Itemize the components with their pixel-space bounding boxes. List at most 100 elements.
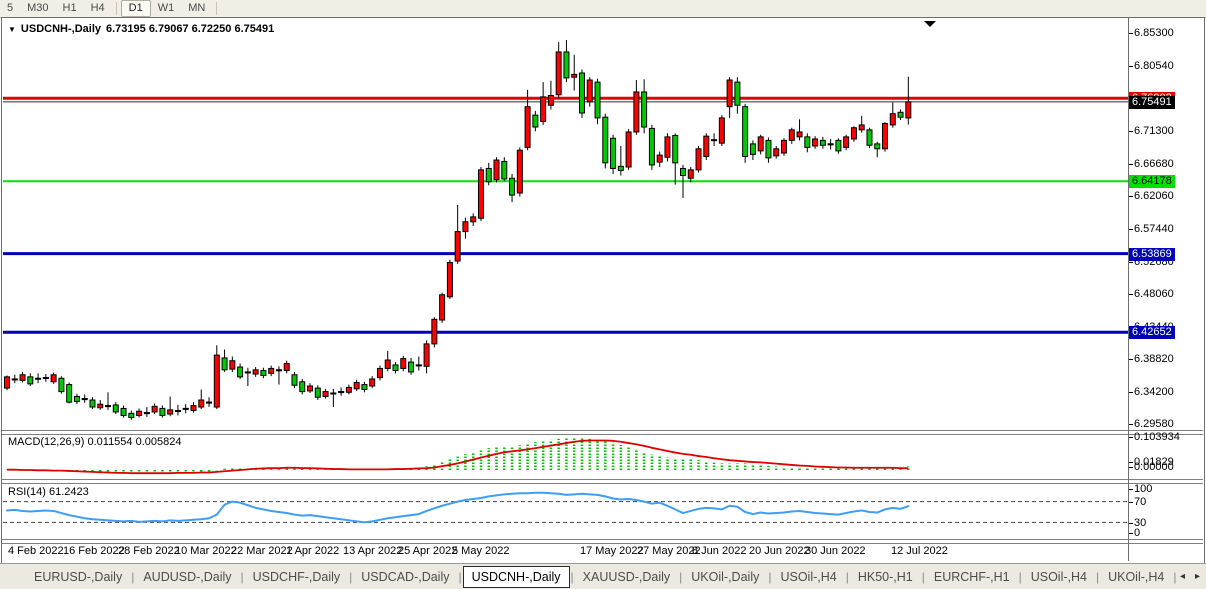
tab-scroll-arrows: ◂▸ <box>1180 571 1200 582</box>
candle <box>898 109 903 120</box>
tab-eurusd-daily[interactable]: EURUSD-,Daily <box>26 567 130 587</box>
tab-ukoil-h4[interactable]: UKOil-,H4 <box>1100 567 1172 587</box>
candle <box>121 406 126 418</box>
candle <box>626 129 631 170</box>
candle <box>82 394 88 402</box>
candle <box>338 387 344 395</box>
candle <box>43 374 49 382</box>
date-axis[interactable]: 4 Feb 202216 Feb 202228 Feb 202210 Mar 2… <box>3 542 1128 560</box>
tab-eurchf-h1[interactable]: EURCHF-,H1 <box>926 567 1018 587</box>
tab-separator: | <box>679 570 682 584</box>
candle <box>377 366 382 381</box>
tab-hk50-h1[interactable]: HK50-,H1 <box>850 567 921 587</box>
candle <box>906 77 911 125</box>
candle <box>719 115 724 146</box>
date-axis-tick: 1 Apr 2022 <box>286 545 339 557</box>
candle <box>813 136 818 149</box>
tab-scroll-right-icon[interactable]: ▸ <box>1195 571 1200 582</box>
date-axis-tick: 12 Jul 2022 <box>891 545 948 557</box>
candle <box>665 133 670 161</box>
candle <box>890 102 895 127</box>
tab-usoil-h4[interactable]: USOil-,H4 <box>1023 567 1095 587</box>
candle <box>191 402 196 413</box>
price-axis-tick: 6.57440 <box>1134 223 1174 236</box>
candle <box>836 138 841 153</box>
candle <box>743 104 748 163</box>
price-axis-tick: 6.80540 <box>1134 60 1174 73</box>
candle <box>634 80 639 135</box>
candle <box>129 411 134 420</box>
candle <box>137 408 142 417</box>
tab-separator: | <box>458 570 461 584</box>
tab-separator: | <box>131 570 134 584</box>
tab-separator: | <box>1173 570 1176 584</box>
tab-usdcad-daily[interactable]: USDCAD-,Daily <box>353 567 457 587</box>
candle <box>712 133 717 146</box>
tab-audusd-daily[interactable]: AUDUSD-,Daily <box>135 567 239 587</box>
candle <box>113 402 118 414</box>
toolbar-separator <box>116 2 117 15</box>
tab-usoil-h4[interactable]: USOil-,H4 <box>772 567 844 587</box>
candle <box>330 389 336 407</box>
tab-separator: | <box>571 570 574 584</box>
candle <box>144 407 150 417</box>
tab-scroll-left-icon[interactable]: ◂ <box>1180 571 1185 582</box>
tab-ukoil-daily[interactable]: UKOil-,Daily <box>683 567 767 587</box>
candle <box>28 373 33 386</box>
date-axis-tick: 28 Feb 2022 <box>118 545 180 557</box>
indicator-axis-tick: 0.103934 <box>1134 431 1180 444</box>
candle <box>253 367 258 377</box>
price-axis-tick: 6.48060 <box>1134 288 1174 301</box>
date-axis-tick: 16 Feb 2022 <box>63 545 125 557</box>
timeframe-button-5[interactable]: 5 <box>0 1 20 16</box>
rsi-indicator-chart[interactable] <box>3 482 1128 539</box>
candle <box>463 218 468 239</box>
timeframe-button-h1[interactable]: H1 <box>56 1 84 16</box>
price-axis-tick: 6.29580 <box>1134 418 1174 431</box>
candle <box>649 125 654 170</box>
candle <box>572 55 577 91</box>
candle <box>160 406 165 418</box>
tab-usdchf-daily[interactable]: USDCHF-,Daily <box>245 567 349 587</box>
date-axis-tick: 8 Jun 2022 <box>692 545 746 557</box>
indicator-axis-tick: 0 <box>1134 527 1140 540</box>
timeframe-button-mn[interactable]: MN <box>181 1 212 16</box>
candle <box>533 111 538 131</box>
candle <box>346 385 351 395</box>
indicator-axis-tick: 100 <box>1134 483 1152 496</box>
candle <box>828 139 834 150</box>
candle <box>774 146 779 159</box>
timeframe-button-w1[interactable]: W1 <box>151 1 182 16</box>
candle <box>238 364 243 379</box>
date-axis-tick: 22 Mar 2022 <box>231 545 293 557</box>
candle <box>541 82 546 125</box>
candle <box>175 405 181 416</box>
timeframe-button-h4[interactable]: H4 <box>84 1 112 16</box>
candle <box>5 375 10 390</box>
candle <box>385 351 390 371</box>
tab-usdcnh-daily[interactable]: USDCNH-,Daily <box>463 566 570 588</box>
candle <box>673 133 678 184</box>
candlestick-chart[interactable] <box>3 20 1128 431</box>
candle <box>502 157 507 181</box>
price-axis[interactable]: 6.853006.805406.713006.666806.620606.574… <box>1129 18 1205 561</box>
candle <box>284 361 289 374</box>
price-axis-tick: 6.38820 <box>1134 353 1174 366</box>
tab-separator: | <box>1019 570 1022 584</box>
candle <box>579 69 584 117</box>
candle <box>548 81 553 110</box>
candle <box>105 392 111 410</box>
candle <box>618 146 623 175</box>
macd-label: MACD(12,26,9) 0.011554 0.005824 <box>8 436 181 448</box>
price-level-label: 6.75491 <box>1129 96 1175 109</box>
candle <box>222 349 227 371</box>
date-axis-tick: 5 May 2022 <box>452 545 509 557</box>
candle <box>587 77 592 106</box>
candle <box>401 356 406 371</box>
candle <box>471 213 476 226</box>
candle <box>657 152 662 167</box>
tab-xauusd-daily[interactable]: XAUUSD-,Daily <box>575 567 679 587</box>
candle <box>230 357 235 372</box>
timeframe-button-m30[interactable]: M30 <box>20 1 55 16</box>
timeframe-button-d1[interactable]: D1 <box>121 0 151 17</box>
